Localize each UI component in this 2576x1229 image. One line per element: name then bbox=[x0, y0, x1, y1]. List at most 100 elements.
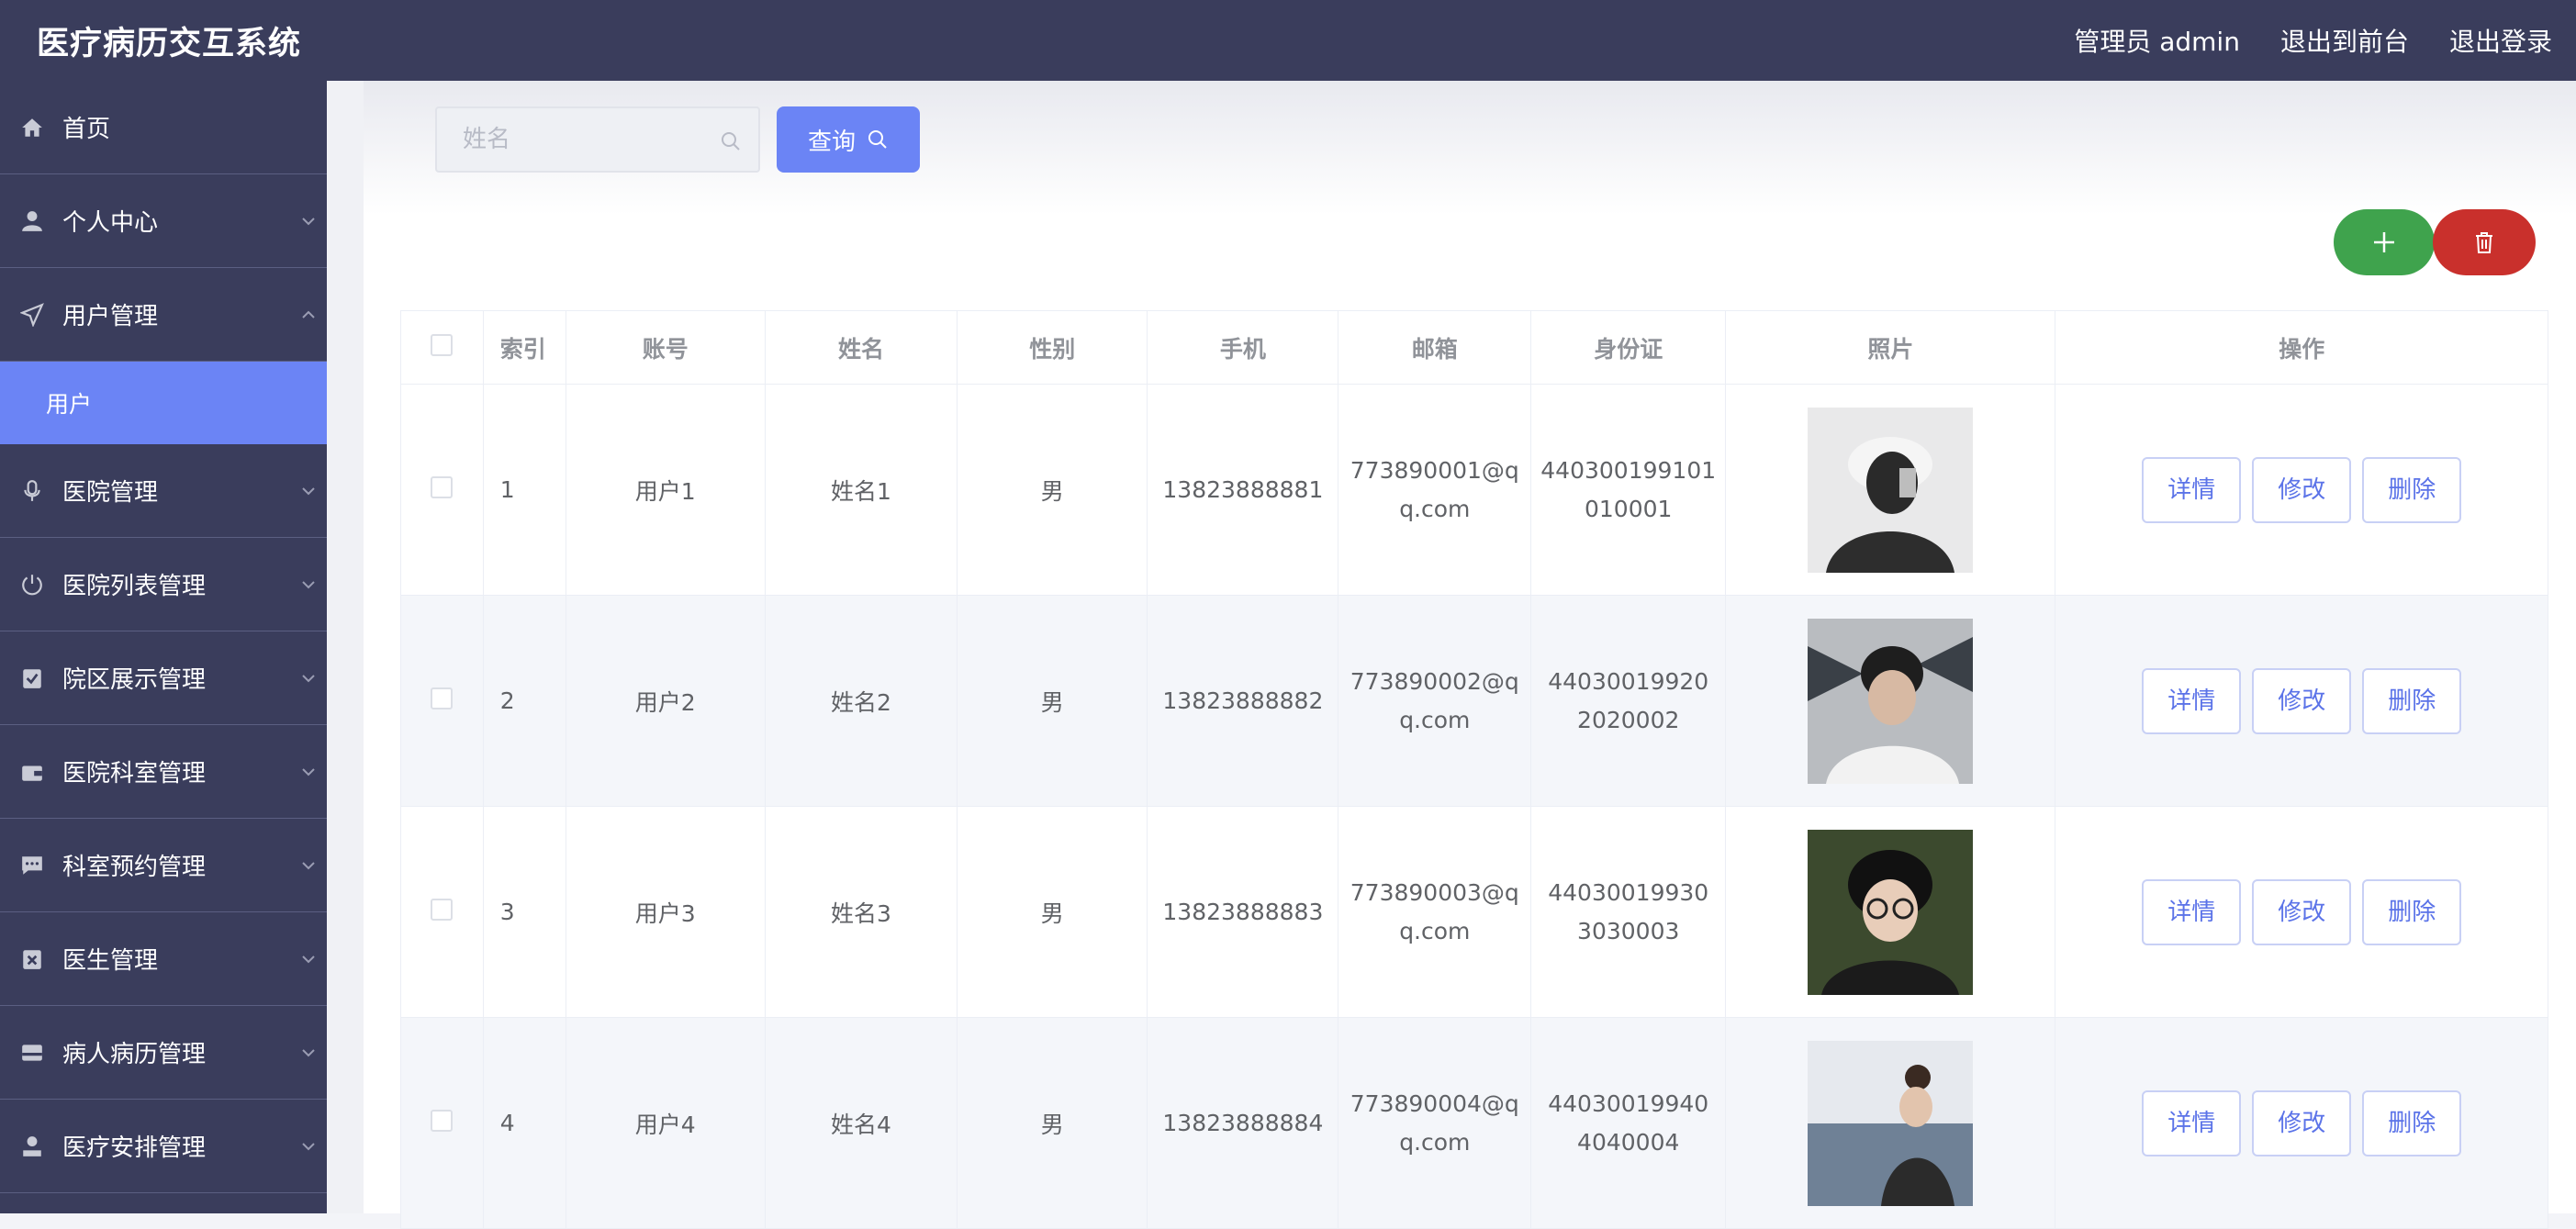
email-part: 773890001@q bbox=[1350, 456, 1519, 484]
column-header: 手机 bbox=[1147, 310, 1339, 385]
account-cell: 用户2 bbox=[565, 595, 766, 807]
sidebar-item-label: 病人病历管理 bbox=[62, 1041, 207, 1068]
row-checkbox[interactable] bbox=[431, 898, 454, 921]
email-cell: 773890002@q q.com bbox=[1338, 595, 1532, 807]
email-cell: 773890004@q q.com bbox=[1338, 1017, 1532, 1229]
chevron-up-icon bbox=[299, 303, 318, 321]
id-part: 44030019940 bbox=[1548, 1089, 1709, 1117]
app-title: 医疗病历交互系统 bbox=[37, 25, 302, 62]
row-select-cell bbox=[400, 1017, 484, 1229]
home-icon bbox=[20, 116, 44, 140]
sidebar-item-hospital-management[interactable]: 医院管理 bbox=[0, 444, 327, 538]
row-select-cell bbox=[400, 806, 484, 1018]
wallet-icon bbox=[20, 760, 44, 784]
clipboard-x-icon bbox=[20, 947, 44, 971]
email-part: q.com bbox=[1399, 917, 1471, 944]
sidebar-item-label: 首页 bbox=[62, 116, 111, 143]
sidebar-item-home[interactable]: 首页 bbox=[0, 81, 327, 174]
index-cell: 1 bbox=[482, 384, 566, 596]
row-checkbox[interactable] bbox=[431, 1109, 454, 1132]
delete-button[interactable]: 删除 bbox=[2362, 667, 2462, 734]
clipboard-check-icon bbox=[20, 666, 44, 690]
search-box[interactable] bbox=[435, 106, 760, 173]
column-header: 操作 bbox=[2055, 310, 2548, 385]
user-icon bbox=[20, 209, 44, 233]
user-table: 索引 账号 姓名 性别 手机 邮箱 身份证 照片 操作 1 用户1 姓名1 男 … bbox=[400, 310, 2548, 1229]
sidebar-item-patient-records[interactable]: 病人病历管理 bbox=[0, 1006, 327, 1100]
sidebar-item-appointment[interactable]: 科室预约管理 bbox=[0, 819, 327, 912]
sidebar-subitem-users[interactable]: 用户 bbox=[0, 362, 327, 444]
sidebar-item-doctor[interactable]: 医生管理 bbox=[0, 912, 327, 1006]
query-button[interactable]: 查询 bbox=[777, 106, 920, 173]
sidebar-item-label: 医院科室管理 bbox=[62, 760, 207, 788]
detail-button[interactable]: 详情 bbox=[2142, 456, 2242, 523]
name-search-input[interactable] bbox=[463, 126, 711, 153]
id-part: 4040004 bbox=[1577, 1128, 1680, 1156]
chevron-down-icon bbox=[299, 479, 318, 497]
detail-button[interactable]: 详情 bbox=[2142, 667, 2242, 734]
edit-button[interactable]: 修改 bbox=[2252, 878, 2352, 945]
column-header: 账号 bbox=[565, 310, 766, 385]
select-all-cell bbox=[400, 310, 484, 385]
inbox-icon bbox=[20, 1041, 44, 1065]
delete-button[interactable]: 删除 bbox=[2362, 1089, 2462, 1156]
actions-cell: 详情 修改 删除 bbox=[2055, 806, 2548, 1018]
phone-cell: 13823888884 bbox=[1147, 1017, 1339, 1229]
phone-cell: 13823888881 bbox=[1147, 384, 1339, 596]
email-part: q.com bbox=[1399, 1128, 1471, 1156]
gender-cell: 男 bbox=[957, 384, 1148, 596]
select-all-checkbox[interactable] bbox=[431, 333, 454, 356]
delete-button[interactable]: 删除 bbox=[2362, 456, 2462, 523]
index-cell: 2 bbox=[482, 595, 566, 807]
email-part: q.com bbox=[1399, 495, 1471, 522]
id-card-cell: 440300199101 010001 bbox=[1530, 384, 1727, 596]
detail-button[interactable]: 详情 bbox=[2142, 1089, 2242, 1156]
email-cell: 773890001@q q.com bbox=[1338, 384, 1532, 596]
sidebar-item-profile[interactable]: 个人中心 bbox=[0, 174, 327, 268]
row-select-cell bbox=[400, 595, 484, 807]
send-icon bbox=[20, 302, 44, 327]
bulk-delete-button[interactable] bbox=[2433, 209, 2536, 275]
photo-cell bbox=[1725, 1017, 2056, 1229]
sidebar-item-label: 院区展示管理 bbox=[62, 666, 207, 694]
user-photo bbox=[1808, 618, 1974, 784]
sidebar-item-label: 用户管理 bbox=[62, 303, 159, 330]
sidebar-item-user-management[interactable]: 用户管理 bbox=[0, 268, 327, 362]
search-icon bbox=[722, 132, 740, 151]
photo-cell bbox=[1725, 595, 2056, 807]
column-header: 姓名 bbox=[764, 310, 958, 385]
row-checkbox[interactable] bbox=[431, 687, 454, 709]
phone-cell: 13823888883 bbox=[1147, 806, 1339, 1018]
sidebar-item-hospital-list[interactable]: 医院列表管理 bbox=[0, 538, 327, 631]
sidebar-item-department[interactable]: 医院科室管理 bbox=[0, 725, 327, 819]
search-icon bbox=[868, 130, 887, 149]
edit-button[interactable]: 修改 bbox=[2252, 667, 2352, 734]
edit-button[interactable]: 修改 bbox=[2252, 456, 2352, 523]
admin-label[interactable]: 管理员 admin bbox=[2074, 22, 2240, 59]
user-photo bbox=[1808, 407, 1974, 573]
gender-cell: 男 bbox=[957, 1017, 1148, 1229]
delete-button[interactable]: 删除 bbox=[2362, 878, 2462, 945]
email-cell: 773890003@q q.com bbox=[1338, 806, 1532, 1018]
sidebar-item-label: 医疗安排管理 bbox=[62, 1134, 207, 1162]
row-checkbox[interactable] bbox=[431, 475, 454, 498]
gender-cell: 男 bbox=[957, 806, 1148, 1018]
edit-button[interactable]: 修改 bbox=[2252, 1089, 2352, 1156]
user-photo bbox=[1808, 829, 1974, 995]
sidebar: 首页 个人中心 用户管理 用户 医院管理 医院列表管理 院区展示管理 医院科室管… bbox=[0, 81, 327, 1213]
sidebar-item-medical-arrangement[interactable]: 医疗安排管理 bbox=[0, 1100, 327, 1193]
gender-cell: 男 bbox=[957, 595, 1148, 807]
sidebar-item-campus-display[interactable]: 院区展示管理 bbox=[0, 631, 327, 725]
add-button[interactable] bbox=[2334, 209, 2435, 275]
name-cell: 姓名3 bbox=[764, 806, 958, 1018]
exit-to-front-link[interactable]: 退出到前台 bbox=[2280, 22, 2409, 59]
id-part: 440300199101 bbox=[1540, 456, 1717, 484]
person-icon bbox=[20, 1134, 44, 1158]
detail-button[interactable]: 详情 bbox=[2142, 878, 2242, 945]
logout-link[interactable]: 退出登录 bbox=[2449, 22, 2552, 59]
chevron-down-icon bbox=[299, 947, 318, 966]
photo-cell bbox=[1725, 806, 2056, 1018]
id-card-cell: 44030019920 2020002 bbox=[1530, 595, 1727, 807]
sidebar-item-label: 个人中心 bbox=[62, 209, 159, 237]
email-part: 773890002@q bbox=[1350, 667, 1519, 695]
